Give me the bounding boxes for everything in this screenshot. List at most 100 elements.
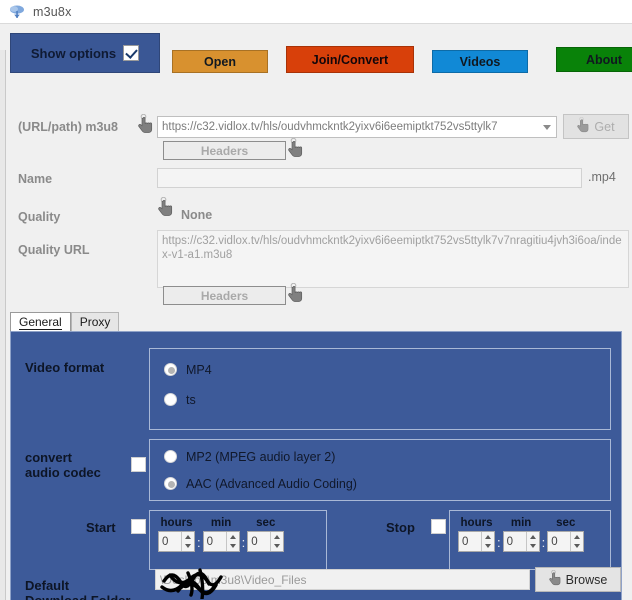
radio-aac-label: AAC (Advanced Audio Coding) <box>186 477 357 491</box>
start-label: Start <box>86 520 116 535</box>
url-input[interactable]: https://c32.vidlox.tv/hls/oudvhmckntk2yi… <box>158 121 538 133</box>
browse-button[interactable]: Browse <box>535 567 621 592</box>
start-min-value[interactable]: 0 <box>204 532 226 551</box>
download-folder-label-line2: Download Folder <box>25 593 130 600</box>
radio-ts[interactable] <box>164 393 177 406</box>
options-panel: Video format MP4 ts convert audio codec … <box>10 331 622 600</box>
stop-sec-spinner-buttons[interactable] <box>570 532 583 551</box>
stop-label: Stop <box>386 520 415 535</box>
hand-pointer-icon-get <box>577 116 590 136</box>
start-sec-value[interactable]: 0 <box>248 532 270 551</box>
m3u8x-window: m3u8x Show options Open Join/Convert Vid… <box>0 0 632 600</box>
name-label: Name <box>18 172 53 186</box>
audio-codec-checkbox[interactable] <box>131 457 146 472</box>
spin-up-icon[interactable] <box>571 532 583 542</box>
stop-time-group: hours 0 : min 0 : sec 0 <box>449 510 611 570</box>
start-sec-spinner[interactable]: 0 <box>247 531 285 552</box>
quality-label: Quality <box>18 210 61 224</box>
spin-down-icon[interactable] <box>182 542 194 552</box>
stop-hours-value[interactable]: 0 <box>459 532 481 551</box>
start-sec-spinner-buttons[interactable] <box>270 532 283 551</box>
stop-min-spinner[interactable]: 0 <box>502 531 540 552</box>
stop-min-value[interactable]: 0 <box>504 532 526 551</box>
get-button-label: Get <box>594 119 615 134</box>
spin-down-icon[interactable] <box>527 542 539 552</box>
quality-url-textarea[interactable]: https://c32.vidlox.tv/hls/oudvhmckntk2yi… <box>157 230 629 288</box>
quality-headers-button[interactable]: Headers <box>163 286 286 305</box>
top-button-strip: Show options Open Join/Convert Videos Ab… <box>0 29 632 73</box>
name-extension-label: .mp4 <box>588 170 616 184</box>
redaction-scribble <box>158 565 248 600</box>
start-sec: sec 0 <box>247 517 285 552</box>
about-button[interactable]: About <box>556 47 632 72</box>
tab-proxy-label: Proxy <box>79 315 111 329</box>
spin-up-icon[interactable] <box>482 532 494 542</box>
start-min-spinner-buttons[interactable] <box>225 532 239 552</box>
hand-pointer-icon-headers-url <box>288 137 304 158</box>
spin-down-icon[interactable] <box>227 542 239 552</box>
radio-aac[interactable] <box>164 477 177 490</box>
stop-hours-spinner[interactable]: 0 <box>458 531 495 552</box>
tab-general[interactable]: General <box>10 312 71 331</box>
radio-mp2-label: MP2 (MPEG audio layer 2) <box>186 450 336 464</box>
radio-mp2[interactable] <box>164 450 177 463</box>
start-min-spinner[interactable]: 0 <box>202 531 240 552</box>
tab-bar: General Proxy <box>10 312 120 331</box>
get-button[interactable]: Get <box>563 114 629 139</box>
spin-up-icon[interactable] <box>271 532 283 542</box>
show-options-button[interactable]: Show options <box>10 33 160 73</box>
join-convert-button[interactable]: Join/Convert <box>286 46 414 73</box>
start-hours-spinner-buttons[interactable] <box>181 532 194 551</box>
download-cloud-icon <box>8 3 26 21</box>
title-bar: m3u8x <box>0 0 632 23</box>
url-combobox[interactable]: https://c32.vidlox.tv/hls/oudvhmckntk2yi… <box>157 116 557 138</box>
video-format-group: MP4 ts <box>149 348 611 430</box>
chevron-down-icon[interactable] <box>538 117 556 137</box>
url-label: (URL/path) m3u8 <box>18 120 118 134</box>
hand-pointer-icon-quality <box>158 196 174 217</box>
show-options-label: Show options <box>30 45 117 61</box>
radio-mp4[interactable] <box>164 363 177 376</box>
spin-down-icon[interactable] <box>271 542 283 552</box>
url-headers-button[interactable]: Headers <box>163 141 286 160</box>
audio-codec-label: convert audio codec <box>25 450 101 480</box>
stop-sec-spinner[interactable]: 0 <box>547 531 585 552</box>
spin-down-icon[interactable] <box>482 542 494 552</box>
spin-up-icon[interactable] <box>227 532 239 542</box>
stop-sec: sec 0 <box>547 517 585 552</box>
start-hours-value[interactable]: 0 <box>159 532 181 551</box>
client-area: Show options Open Join/Convert Videos Ab… <box>0 23 632 600</box>
start-hours-spinner[interactable]: 0 <box>158 531 195 552</box>
radio-mp4-label: MP4 <box>186 363 212 377</box>
show-options-checkbox[interactable] <box>123 45 140 61</box>
hand-pointer-icon-url <box>138 113 154 134</box>
download-folder-label: Default Download Folder <box>25 578 130 600</box>
tab-proxy[interactable]: Proxy <box>70 312 120 331</box>
name-input[interactable] <box>157 168 582 188</box>
quality-url-label: Quality URL <box>18 243 90 257</box>
start-min-caption: min <box>210 517 232 529</box>
videos-button[interactable]: Videos <box>432 50 528 73</box>
stop-colon-2: : <box>541 535 546 550</box>
spin-up-icon[interactable] <box>182 532 194 542</box>
stop-checkbox[interactable] <box>431 519 446 534</box>
download-folder-label-line1: Default <box>25 578 70 593</box>
spin-down-icon[interactable] <box>571 542 583 552</box>
stop-colon-1: : <box>497 535 501 550</box>
stop-min-spinner-buttons[interactable] <box>525 532 539 552</box>
start-hours-caption: hours <box>160 517 193 529</box>
window-title: m3u8x <box>33 4 72 19</box>
start-checkbox[interactable] <box>131 519 146 534</box>
spin-up-icon[interactable] <box>527 532 539 542</box>
open-button[interactable]: Open <box>172 50 268 73</box>
quality-value[interactable]: None <box>181 208 212 222</box>
start-colon-2: : <box>241 535 246 550</box>
left-rail <box>0 50 6 600</box>
audio-codec-label-line1: convert <box>25 450 72 465</box>
stop-hours-spinner-buttons[interactable] <box>481 532 494 551</box>
hand-pointer-icon-browse <box>548 569 562 589</box>
browse-button-label: Browse <box>565 572 608 587</box>
radio-ts-label: ts <box>186 393 196 407</box>
audio-codec-label-line2: audio codec <box>25 465 101 480</box>
stop-sec-value[interactable]: 0 <box>548 532 570 551</box>
